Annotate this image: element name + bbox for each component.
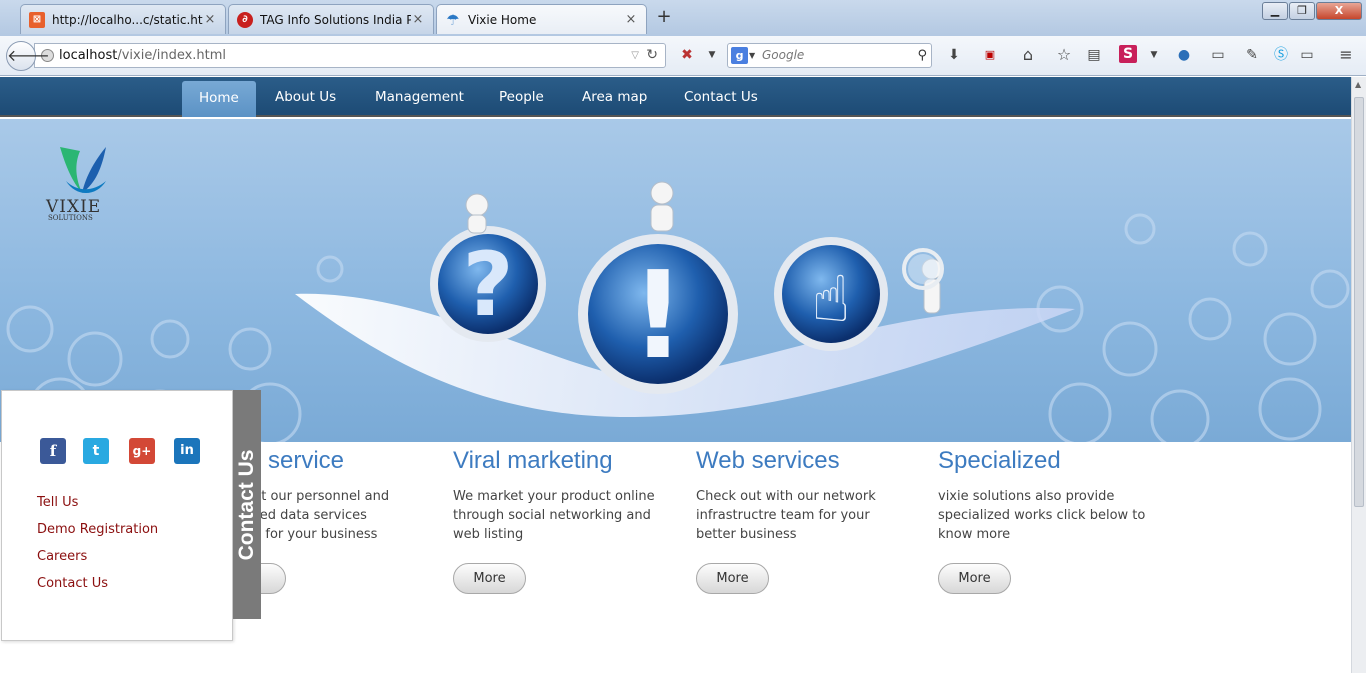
window-icon[interactable]: ▭ (1297, 45, 1317, 65)
engine-dropdown-icon[interactable]: ▼ (749, 44, 755, 67)
back-button[interactable]: 🡐 (6, 41, 50, 71)
tab-static[interactable]: ⊠ http://localho...c/static.html × (20, 4, 226, 34)
feature-text: We market your product online through so… (453, 489, 655, 542)
url-host: localhost (59, 48, 118, 63)
scrollbar-thumb[interactable] (1354, 97, 1364, 507)
search-box[interactable]: g ▼ Google ⚲ (727, 43, 932, 68)
maximize-button[interactable]: ❐ (1289, 2, 1315, 20)
feature-title: service (268, 447, 345, 474)
tab-label: TAG Info Solutions India P... (260, 12, 411, 27)
tab-label: Vixie Home (468, 12, 537, 27)
nav-management[interactable]: Management (358, 77, 481, 117)
facebook-icon[interactable]: f (40, 438, 66, 464)
link-tell-us[interactable]: Tell Us (37, 495, 78, 510)
contact-tab-label: Contact Us (235, 449, 258, 560)
nav-about-us[interactable]: About Us (258, 77, 353, 117)
svg-text:!: ! (631, 247, 686, 386)
xampp-icon: ⊠ (29, 11, 45, 28)
reload-icon[interactable]: ↻ (646, 44, 658, 67)
reading-list-icon[interactable]: ▤ (1084, 45, 1104, 65)
feature-specialized: Specialized vixie solutions also provide… (938, 447, 1148, 594)
logo-sub: SOLUTIONS (48, 214, 93, 222)
feature-text: Check out with our network infrastructre… (696, 489, 876, 542)
more-button[interactable]: More (453, 563, 526, 594)
stumble-icon[interactable]: S (1119, 45, 1137, 63)
youtube-icon[interactable]: ▣ (980, 45, 1000, 65)
feature-text: ut our personnel and sed data services d f… (253, 489, 390, 542)
contact-slide-panel: f t g+ in Tell Us Demo Registration Care… (1, 390, 233, 641)
feature-service: service ut our personnel and sed data ser… (213, 447, 443, 594)
more-button[interactable]: More (696, 563, 769, 594)
addon-blocker-icon[interactable]: ✖ (677, 45, 697, 65)
new-tab-button[interactable]: + (654, 7, 674, 27)
feature-title: Specialized (938, 447, 1061, 474)
close-window-button[interactable]: X (1316, 2, 1362, 20)
browser-tabstrip: ⊠ http://localho...c/static.html × ∂ TAG… (0, 0, 1366, 36)
nav-home[interactable]: Home (182, 81, 256, 117)
feature-title: Web services (696, 447, 840, 474)
nav-area-map[interactable]: Area map (565, 77, 664, 117)
tag-logo-icon: ∂ (237, 11, 253, 28)
window-icon[interactable]: ▭ (1208, 45, 1228, 65)
home-icon[interactable]: ⌂ (1018, 45, 1038, 65)
google-plus-icon[interactable]: g+ (129, 438, 155, 464)
browser-toolbar: localhost/vixie/index.html ▽ ↻ 🡐 ✖ ▼ g ▼… (0, 36, 1366, 76)
umbrella-icon: ☂ (446, 10, 460, 29)
search-placeholder: Google (762, 48, 805, 62)
skype-icon[interactable]: Ⓢ (1271, 45, 1291, 65)
vixie-logo[interactable]: VIXIE SOLUTIONS (46, 141, 110, 223)
back-arrow-icon: 🡐 (7, 46, 50, 65)
tab-label: http://localho...c/static.html (52, 12, 203, 27)
site-navigation: Home About Us Management People Area map… (0, 77, 1351, 117)
dropdown-arrow-icon[interactable]: ▼ (1144, 45, 1164, 65)
nav-contact-us[interactable]: Contact Us (667, 77, 775, 117)
twitter-icon[interactable]: t (83, 438, 109, 464)
linkedin-icon[interactable]: in (174, 438, 200, 464)
url-path: /vixie/index.html (117, 48, 227, 63)
scroll-up-icon[interactable]: ▲ (1355, 80, 1361, 89)
nav-people[interactable]: People (482, 77, 561, 117)
contact-us-tab[interactable]: Contact Us (233, 390, 261, 619)
svg-text:☝: ☝ (812, 263, 851, 337)
close-icon[interactable]: × (203, 12, 217, 27)
feature-title: Viral marketing (453, 447, 613, 474)
link-contact-us[interactable]: Contact Us (37, 576, 108, 591)
feature-web-services: Web services Check out with our network … (696, 447, 906, 594)
vixie-logo-mark-icon (60, 147, 106, 193)
link-demo-registration[interactable]: Demo Registration (37, 522, 158, 537)
google-icon: g (731, 47, 748, 64)
dropdown-arrow-icon[interactable]: ▼ (702, 45, 722, 65)
tab-vixie-home[interactable]: ☂ Vixie Home × (436, 4, 647, 34)
web-page: Home About Us Management People Area map… (0, 77, 1351, 673)
page-scrollbar[interactable]: ▲ (1351, 77, 1366, 673)
feature-text: vixie solutions also provide specialized… (938, 489, 1146, 542)
svg-text:?: ? (462, 233, 513, 336)
screenshot-icon[interactable]: ✎ (1242, 45, 1262, 65)
history-dropdown-icon[interactable]: ▽ (631, 44, 639, 67)
close-icon[interactable]: × (411, 12, 425, 27)
feature-viral-marketing: Viral marketing We market your product o… (453, 447, 663, 594)
download-icon[interactable]: ⬇ (944, 45, 964, 65)
minimize-button[interactable]: ▁ (1262, 2, 1288, 20)
bookmark-star-icon[interactable]: ☆ (1054, 45, 1074, 65)
tab-tag-info[interactable]: ∂ TAG Info Solutions India P... × (228, 4, 434, 34)
close-icon[interactable]: × (624, 12, 638, 27)
media-player-icon[interactable]: ● (1174, 45, 1194, 65)
address-bar[interactable]: localhost/vixie/index.html ▽ ↻ (34, 43, 666, 68)
search-icon[interactable]: ⚲ (917, 44, 927, 67)
link-careers[interactable]: Careers (37, 549, 87, 564)
more-button[interactable]: More (938, 563, 1011, 594)
menu-icon[interactable]: ≡ (1336, 45, 1356, 65)
